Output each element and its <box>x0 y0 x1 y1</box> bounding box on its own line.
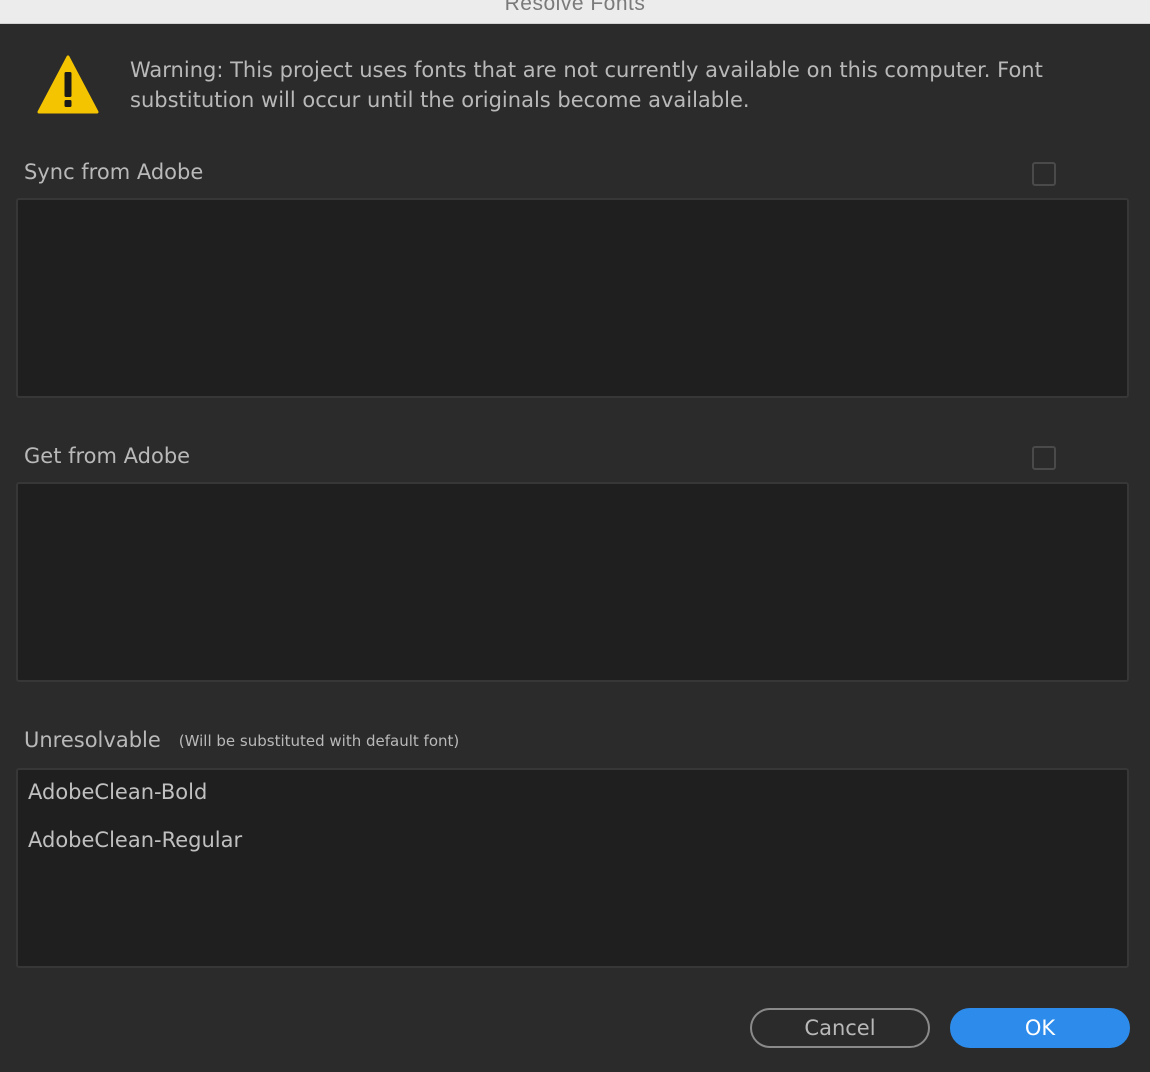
get-from-adobe-label: Get from Adobe <box>24 444 191 468</box>
get-from-adobe-list[interactable] <box>16 482 1129 682</box>
sync-from-adobe-list[interactable] <box>16 198 1129 398</box>
sync-from-adobe-label: Sync from Adobe <box>24 160 204 184</box>
warning-triangle-icon <box>37 55 99 114</box>
unresolvable-heading: Unresolvable (Will be substituted with de… <box>24 728 459 752</box>
unresolvable-list[interactable]: AdobeClean-Bold AdobeClean-Regular <box>16 768 1129 968</box>
unresolvable-sublabel: (Will be substituted with default font) <box>178 732 460 750</box>
sync-from-adobe-checkbox[interactable] <box>1032 162 1056 186</box>
unresolvable-label: Unresolvable <box>24 728 161 752</box>
resolve-fonts-dialog: Resolve Fonts Warning: This project uses… <box>0 0 1150 1072</box>
cancel-button[interactable]: Cancel <box>750 1008 930 1048</box>
list-item[interactable]: AdobeClean-Regular <box>28 828 242 852</box>
list-item[interactable]: AdobeClean-Bold <box>28 780 207 804</box>
warning-message: Warning: This project uses fonts that ar… <box>130 58 1043 112</box>
title-bar[interactable]: Resolve Fonts <box>0 0 1150 24</box>
window-title: Resolve Fonts <box>504 0 646 15</box>
ok-button[interactable]: OK <box>950 1008 1130 1048</box>
get-from-adobe-checkbox[interactable] <box>1032 446 1056 470</box>
